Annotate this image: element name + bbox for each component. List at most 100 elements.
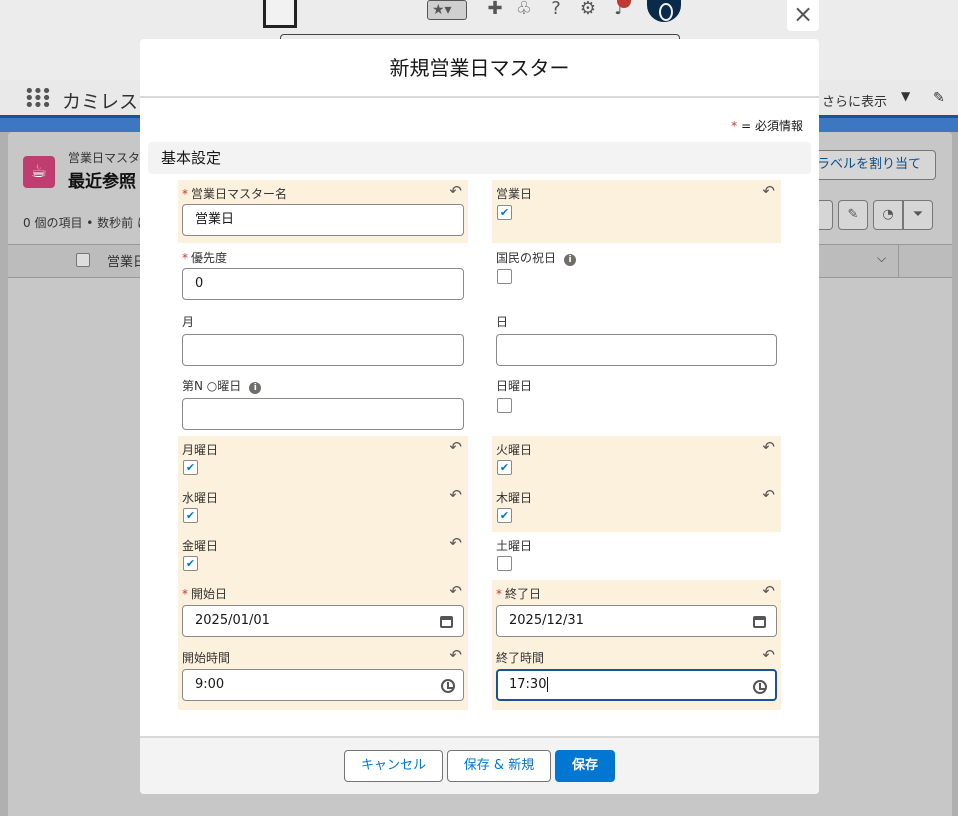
save-button[interactable]: 保存 [555, 750, 615, 782]
undo-icon[interactable]: ↶ [449, 183, 462, 199]
clock-icon[interactable] [753, 680, 767, 694]
modal-footer: キャンセル 保存 & 新規 保存 [140, 736, 819, 794]
required-legend-text: = 必須情報 [741, 119, 803, 133]
national-holiday-checkbox[interactable] [497, 269, 512, 284]
undo-icon[interactable]: ↶ [762, 183, 775, 199]
sunday-checkbox[interactable] [497, 398, 512, 413]
field-label: 終了時間 [496, 651, 545, 665]
list-view-title: 最近参照 [68, 172, 136, 192]
field-end-date: * 終了日 ↶ 2025/12/31 [492, 580, 781, 644]
edit-list-icon: ✎ [838, 200, 868, 230]
add-icon: ✚ [487, 0, 503, 19]
field-label: * 優先度 [182, 251, 228, 265]
field-label: 営業日 [496, 187, 533, 201]
field-label: 開始時間 [182, 651, 231, 665]
undo-icon[interactable]: ↶ [449, 535, 462, 551]
assign-label-button: ラベルを割り当て [802, 150, 936, 180]
edit-nav-icon: ✎ [933, 90, 945, 106]
end-date-value: 2025/12/31 [509, 613, 584, 628]
calendar-icon[interactable] [440, 616, 453, 628]
monday-checkbox[interactable]: ✔ [183, 460, 198, 475]
end-time-input[interactable]: 17:30 [496, 669, 777, 701]
field-thursday: 木曜日 ↶ ✔ [492, 484, 781, 532]
section-basic-settings[interactable]: 基本設定 [148, 142, 811, 174]
wednesday-checkbox[interactable]: ✔ [183, 508, 198, 523]
saturday-checkbox[interactable] [497, 556, 512, 571]
day-input[interactable] [496, 334, 777, 366]
filter-icon: ⏷ [903, 200, 933, 230]
clock-icon[interactable] [441, 679, 455, 693]
help-icon: ? [551, 0, 561, 19]
field-label: * 開始日 [182, 587, 228, 601]
master-name-input[interactable]: 営業日 [182, 204, 464, 236]
new-record-modal: 新規営業日マスター * = 必須情報 基本設定 * 営業日マスター名 ↶ 営業日 営… [140, 39, 819, 794]
undo-icon[interactable]: ↶ [449, 487, 462, 503]
chart-icon: ◔ [873, 200, 903, 230]
check-icon: ✔ [499, 206, 510, 219]
field-end-time: 終了時間 ↶ 17:30 [492, 644, 781, 710]
nth-weekday-input[interactable] [182, 398, 464, 430]
undo-icon[interactable]: ↶ [762, 583, 775, 599]
calendar-icon[interactable] [753, 616, 766, 628]
app-name: カミレス [62, 91, 139, 113]
field-monday: 月曜日 ↶ ✔ [178, 436, 468, 484]
thursday-checkbox[interactable]: ✔ [497, 508, 512, 523]
app-launcher-icon: ••• ••• ••• [24, 81, 52, 116]
column-divider [898, 244, 899, 278]
check-icon: ✔ [499, 509, 510, 522]
text-cursor [547, 677, 549, 692]
start-date-input[interactable]: 2025/01/01 [182, 605, 464, 637]
info-icon[interactable]: i [564, 254, 577, 266]
field-label: 第N ○曜日 i [182, 377, 262, 394]
undo-icon[interactable]: ↶ [449, 647, 462, 663]
undo-icon[interactable]: ↶ [762, 647, 775, 663]
field-tuesday: 火曜日 ↶ ✔ [492, 436, 781, 484]
tuesday-checkbox[interactable]: ✔ [497, 460, 512, 475]
undo-icon[interactable]: ↶ [762, 487, 775, 503]
field-label: 木曜日 [496, 491, 533, 505]
info-icon[interactable]: i [249, 382, 262, 394]
field-label: 月 [182, 315, 195, 329]
field-wednesday: 水曜日 ↶ ✔ [178, 484, 468, 532]
setup-gear-icon: ⚙ [579, 0, 597, 19]
required-star: * [731, 119, 738, 133]
field-start-time: 開始時間 ↶ 9:00 [178, 644, 468, 710]
check-icon: ✔ [499, 461, 510, 474]
field-priority: * 優先度 0 [178, 244, 468, 307]
close-icon: × [792, 0, 814, 28]
column-chevron-icon: ⌵ [877, 251, 887, 265]
field-month: 月 [178, 308, 468, 371]
field-sunday: 日曜日 [492, 372, 781, 435]
select-all-checkbox [76, 253, 90, 267]
cancel-button[interactable]: キャンセル [344, 750, 443, 782]
nav-more-label: さらに表示 [822, 95, 888, 110]
field-day: 日 [492, 308, 781, 371]
field-saturday: 土曜日 [492, 532, 781, 580]
list-meta: 0 個の項目 • 数秒前 に [23, 216, 149, 230]
undo-icon[interactable]: ↶ [762, 439, 775, 455]
check-icon: ✔ [185, 509, 196, 522]
modal-close-button[interactable]: × [787, 0, 819, 31]
field-friday: 金曜日 ↶ ✔ [178, 532, 468, 580]
priority-input[interactable]: 0 [182, 268, 464, 300]
undo-icon[interactable]: ↶ [449, 583, 462, 599]
field-label: 日 [496, 315, 509, 329]
field-nth-weekday: 第N ○曜日 i [178, 372, 468, 435]
start-date-value: 2025/01/01 [195, 613, 270, 628]
field-label: * 営業日マスター名 [182, 187, 288, 201]
check-icon: ✔ [185, 461, 196, 474]
field-label: 水曜日 [182, 491, 219, 505]
start-time-value: 9:00 [195, 677, 225, 692]
friday-checkbox[interactable]: ✔ [183, 556, 198, 571]
field-label: 火曜日 [496, 443, 533, 457]
end-date-input[interactable]: 2025/12/31 [496, 605, 777, 637]
field-label: 金曜日 [182, 539, 219, 553]
trailhead-icon: ♧ [515, 0, 533, 19]
modal-body: * = 必須情報 基本設定 * 営業日マスター名 ↶ 営業日 営業日 ↶ ✔ * 優先… [140, 98, 819, 736]
save-and-new-button[interactable]: 保存 & 新規 [447, 750, 551, 782]
undo-icon[interactable]: ↶ [449, 439, 462, 455]
month-input[interactable] [182, 334, 464, 366]
business-day-checkbox[interactable]: ✔ [497, 205, 512, 220]
field-start-date: * 開始日 ↶ 2025/01/01 [178, 580, 468, 644]
start-time-input[interactable]: 9:00 [182, 669, 464, 701]
